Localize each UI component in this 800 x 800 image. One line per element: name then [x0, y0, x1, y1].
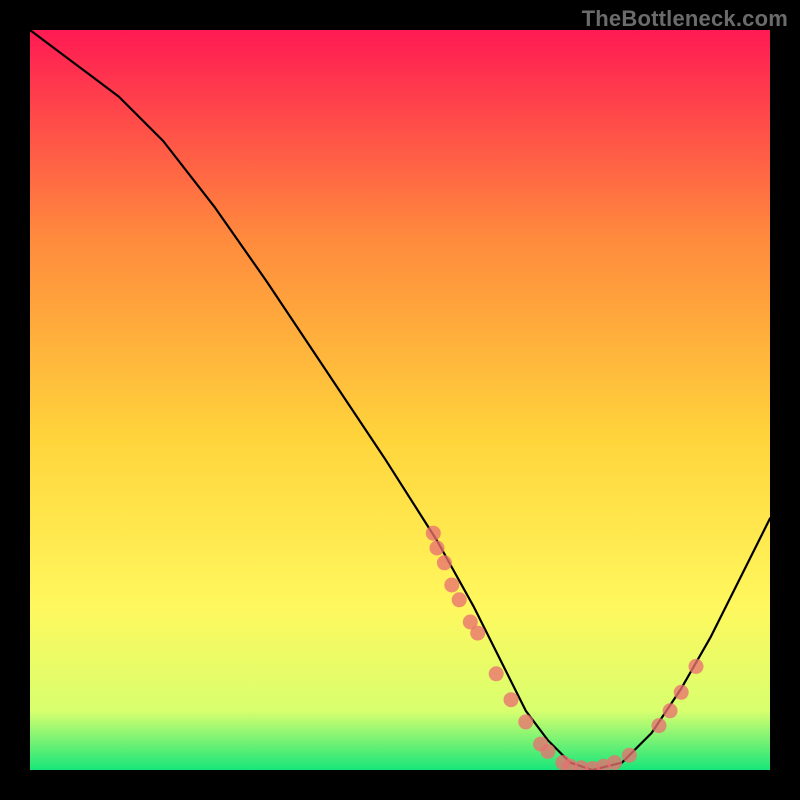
gradient-background — [30, 30, 770, 770]
data-point — [541, 744, 556, 759]
data-point — [426, 526, 441, 541]
data-point — [437, 555, 452, 570]
data-point — [652, 718, 667, 733]
data-point — [489, 666, 504, 681]
data-point — [674, 685, 689, 700]
data-point — [444, 578, 459, 593]
data-point — [518, 714, 533, 729]
data-point — [452, 592, 467, 607]
plot-area — [30, 30, 770, 770]
data-point — [430, 541, 445, 556]
data-point — [607, 755, 622, 770]
data-point — [470, 626, 485, 641]
data-point — [504, 692, 519, 707]
data-point — [689, 659, 704, 674]
plot-svg — [30, 30, 770, 770]
data-point — [663, 703, 678, 718]
data-point — [622, 748, 637, 763]
chart-container: TheBottleneck.com — [0, 0, 800, 800]
watermark-text: TheBottleneck.com — [582, 6, 788, 32]
